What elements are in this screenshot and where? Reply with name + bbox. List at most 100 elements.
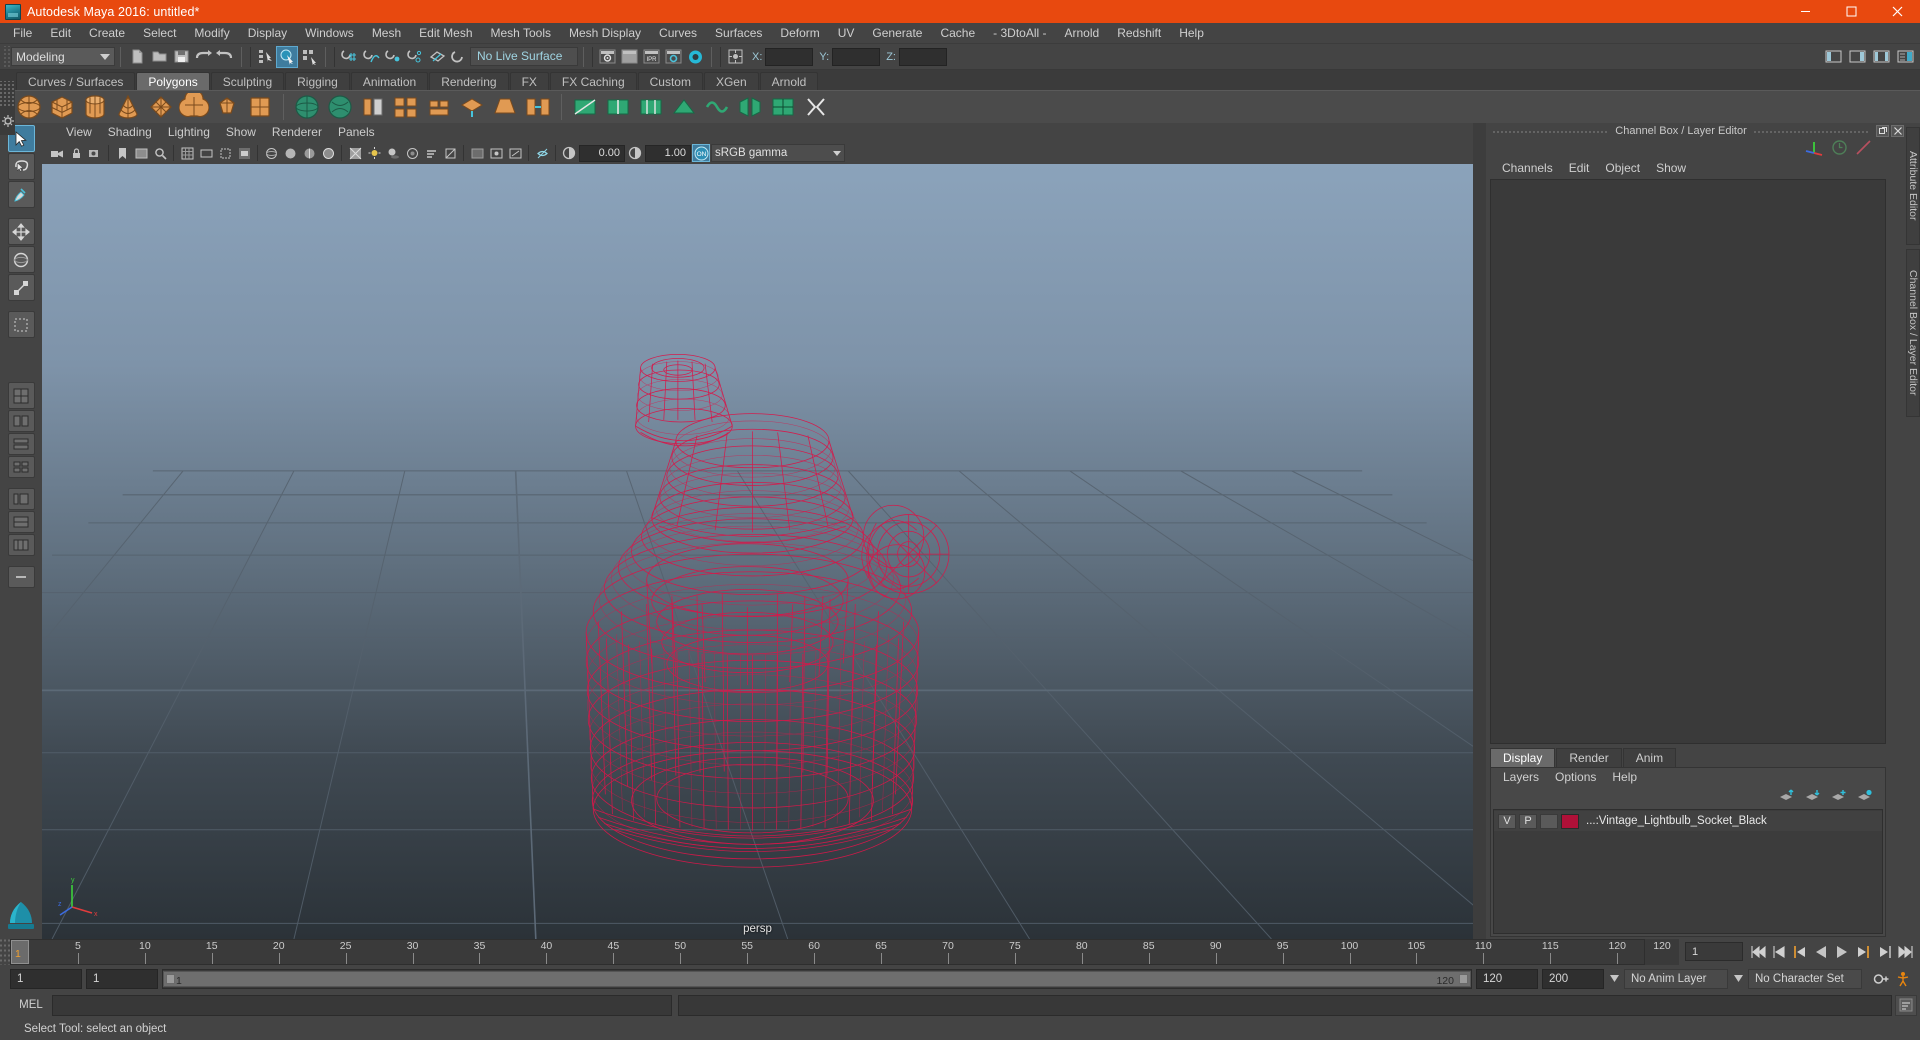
snap-projected-center-icon[interactable] [404, 46, 426, 68]
poly-plane-icon[interactable] [179, 92, 209, 122]
range-slider-left-handle[interactable] [166, 973, 175, 984]
shelf-tab-custom[interactable]: Custom [637, 72, 703, 90]
viewport-menu-renderer[interactable]: Renderer [264, 123, 330, 142]
shelf-options-gear-icon[interactable] [0, 107, 15, 135]
range-start-field[interactable]: 1 [86, 968, 158, 989]
poly-cube-icon[interactable] [47, 93, 77, 122]
make-live-icon[interactable] [448, 46, 470, 68]
layer-tab-anim[interactable]: Anim [1622, 748, 1677, 767]
viewport-menu-panels[interactable]: Panels [330, 123, 383, 142]
animation-preferences-icon[interactable] [1894, 970, 1912, 988]
gamma-icon[interactable] [626, 144, 644, 162]
move-tool[interactable] [7, 218, 35, 245]
image-plane-icon[interactable] [132, 144, 150, 162]
screen-space-ao-icon[interactable] [403, 144, 421, 162]
render-current-frame-icon[interactable] [618, 46, 640, 68]
move-layer-down-icon[interactable] [1805, 789, 1821, 805]
new-layer-icon[interactable] [1831, 789, 1847, 805]
color-management-selector[interactable]: sRGB gamma [711, 144, 845, 162]
menu-mesh[interactable]: Mesh [363, 23, 410, 44]
motion-blur-icon[interactable] [422, 144, 440, 162]
layout-persp-outliner[interactable] [7, 488, 35, 510]
xray-joints-icon[interactable] [487, 144, 505, 162]
select-hierarchy-icon[interactable] [254, 46, 276, 68]
wireframe-icon[interactable] [262, 144, 280, 162]
layer-playback-toggle[interactable]: P [1519, 813, 1537, 829]
shelf-tab-rendering[interactable]: Rendering [429, 72, 509, 90]
select-camera-icon[interactable] [48, 144, 66, 162]
poly-cone-icon[interactable] [113, 93, 143, 122]
step-back-keyframe-icon[interactable] [1770, 943, 1788, 961]
shelf-tab-polygons[interactable]: Polygons [136, 72, 210, 90]
time-slider-grip[interactable] [0, 939, 10, 965]
layout-two-pane-side[interactable] [7, 410, 35, 432]
gamma-field[interactable]: 1.00 [645, 144, 691, 162]
perspective-viewport[interactable]: persp y x z [42, 164, 1473, 939]
undock-icon[interactable] [1876, 125, 1889, 137]
layer-list[interactable]: V P ...:Vintage_Lightbulb_Socket_Black [1493, 809, 1883, 934]
menu-help[interactable]: Help [1170, 23, 1213, 44]
vertical-tab-attribute-editor[interactable]: Attribute Editor [1906, 127, 1920, 245]
menu-modify[interactable]: Modify [185, 23, 238, 44]
shelf-tab-sculpting[interactable]: Sculpting [210, 72, 285, 90]
status-line-grip[interactable] [2, 45, 11, 68]
menu-redshift[interactable]: Redshift [1108, 23, 1170, 44]
bridge-icon[interactable] [523, 93, 553, 122]
layout-four-pane[interactable] [7, 456, 35, 478]
booleans-icon[interactable] [391, 93, 421, 122]
layout-more[interactable] [7, 534, 35, 556]
shelf-tab-curves-surfaces[interactable]: Curves / Surfaces [16, 72, 136, 90]
shadows-toggle-icon[interactable] [384, 144, 402, 162]
xray-toggle-icon[interactable] [468, 144, 486, 162]
show-hide-channel-box-icon[interactable] [1894, 46, 1916, 68]
menu-surfaces[interactable]: Surfaces [706, 23, 771, 44]
exposure-field[interactable]: 0.00 [579, 144, 625, 162]
range-end-field[interactable]: 120 [1476, 968, 1538, 989]
cube-shaded-icon[interactable] [325, 93, 355, 122]
layout-single-pane[interactable] [7, 382, 35, 409]
show-hide-attribute-editor-icon[interactable] [1846, 46, 1868, 68]
open-scene-icon[interactable] [148, 46, 170, 68]
render-settings-icon[interactable] [662, 46, 684, 68]
layer-tab-display[interactable]: Display [1490, 748, 1556, 767]
grid-toggle-icon[interactable] [178, 144, 196, 162]
layer-color-swatch[interactable] [1561, 813, 1579, 829]
lock-camera-icon[interactable] [67, 144, 85, 162]
step-forward-frame-icon[interactable] [1854, 943, 1872, 961]
menu-edit[interactable]: Edit [41, 23, 80, 44]
new-layer-from-selected-icon[interactable] [1857, 789, 1873, 805]
gate-mask-icon[interactable] [235, 144, 253, 162]
step-forward-keyframe-icon[interactable] [1875, 943, 1893, 961]
layer-tab-render[interactable]: Render [1556, 748, 1622, 767]
anim-start-field[interactable]: 1 [10, 968, 82, 989]
channelbox-menu-object[interactable]: Object [1597, 159, 1648, 178]
minimize-button[interactable] [1782, 0, 1828, 23]
bevel-icon[interactable] [490, 93, 520, 122]
anim-end-field[interactable]: 200 [1542, 968, 1604, 989]
y-coord-field[interactable] [832, 47, 881, 66]
shelf-tab-fx-caching[interactable]: FX Caching [549, 72, 637, 90]
input-output-icon[interactable] [1855, 139, 1872, 159]
move-layer-up-icon[interactable] [1779, 789, 1795, 805]
sphere-shaded-icon[interactable] [292, 93, 322, 122]
bookmarks-icon[interactable] [113, 144, 131, 162]
character-set-dropdown-arrow[interactable] [1732, 969, 1744, 989]
camera-attributes-icon[interactable] [86, 144, 104, 162]
viewport-menu-view[interactable]: View [58, 123, 100, 142]
menu-set-selector[interactable]: Modeling [11, 47, 115, 66]
multi-cut-icon[interactable] [570, 93, 600, 122]
mirror-icon[interactable] [735, 93, 765, 122]
menu-select[interactable]: Select [134, 23, 185, 44]
paint-select-tool[interactable] [7, 181, 35, 208]
layer-shading-toggle[interactable] [1540, 813, 1558, 829]
shelf-tab-rigging[interactable]: Rigging [285, 72, 350, 90]
panel-grip-right[interactable] [1752, 129, 1870, 133]
channelbox-menu-edit[interactable]: Edit [1561, 159, 1598, 178]
exposure-icon[interactable] [560, 144, 578, 162]
menu-file[interactable]: File [4, 23, 41, 44]
script-editor-icon[interactable] [1895, 994, 1917, 1016]
menu-edit-mesh[interactable]: Edit Mesh [410, 23, 481, 44]
uv-planar-icon[interactable] [768, 93, 798, 122]
insert-edge-loop-icon[interactable] [603, 93, 633, 122]
color-management-icon[interactable]: ON [692, 144, 710, 162]
